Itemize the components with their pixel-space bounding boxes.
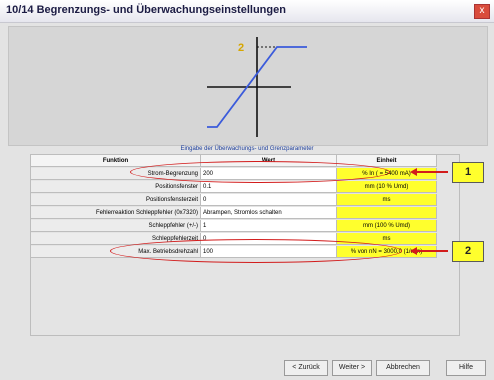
close-button[interactable]: x	[474, 4, 490, 19]
row-value-select[interactable]: Abrampen, Stromlos schalten	[201, 207, 337, 219]
callout-badge-2: 2	[452, 241, 484, 262]
highlight-ring-current-limit	[130, 161, 390, 183]
row-unit	[337, 207, 437, 219]
back-button[interactable]: < Zurück	[284, 360, 328, 376]
help-button[interactable]: Hilfe	[446, 360, 486, 376]
dialog-window: 10/14 Begrenzungs- und Überwachungseinst…	[0, 0, 494, 380]
callout-badge-1: 1	[452, 162, 484, 183]
table-row: Schleppfehler (+/-) 1 mm (100 % Umd)	[31, 220, 459, 233]
limit-characteristic-graph: 2	[207, 37, 307, 137]
row-function: Positionsfensterzeit	[31, 194, 201, 206]
row-value-input[interactable]: 1	[201, 220, 337, 232]
row-unit: ms	[337, 194, 437, 206]
next-button[interactable]: Weiter >	[332, 360, 372, 376]
row-function: Fehlerreaktion Schleppfehler (0x7320)	[31, 207, 201, 219]
table-row: Positionsfenster 0.1 mm (10 % Umd)	[31, 181, 459, 194]
row-function: Schleppfehler (+/-)	[31, 220, 201, 232]
highlight-ring-max-speed	[110, 239, 402, 263]
graphic-label: 2	[238, 42, 244, 54]
row-unit: mm (100 % Umd)	[337, 220, 437, 232]
table-row: Fehlerreaktion Schleppfehler (0x7320) Ab…	[31, 207, 459, 220]
section-caption: Eingabe der Überwachungs- und Grenzparam…	[180, 146, 314, 152]
row-value-input[interactable]: 0	[201, 194, 337, 206]
row-function: Positionsfenster	[31, 181, 201, 193]
graphic-panel: 2	[8, 26, 488, 146]
arrow-1-shaft	[416, 171, 448, 173]
cancel-button[interactable]: Abbrechen	[376, 360, 430, 376]
window-title: 10/14 Begrenzungs- und Überwachungseinst…	[6, 4, 286, 16]
table-row: Positionsfensterzeit 0 ms	[31, 194, 459, 207]
arrow-2-shaft	[416, 250, 448, 252]
title-bar: 10/14 Begrenzungs- und Überwachungseinst…	[0, 0, 494, 23]
row-unit: mm (10 % Umd)	[337, 181, 437, 193]
